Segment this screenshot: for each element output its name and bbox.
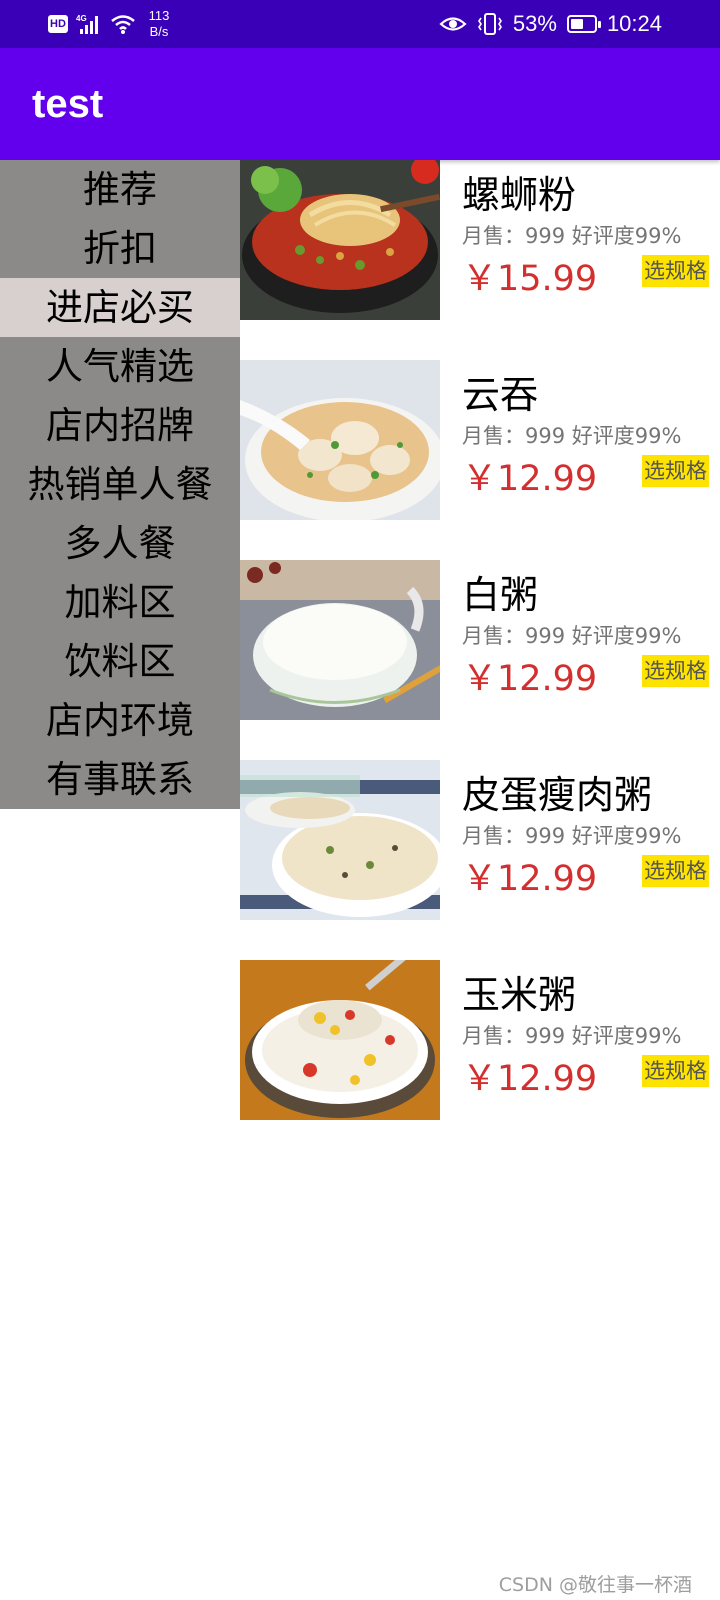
food-stats: 月售：999 好评度99% bbox=[462, 824, 682, 848]
eye-icon bbox=[439, 17, 467, 31]
select-spec-button[interactable]: 选规格 bbox=[642, 455, 709, 487]
food-item-luosifen[interactable]: 螺蛳粉 月售：999 好评度99% ￥15.99 选规格 bbox=[240, 160, 720, 360]
food-name: 白粥 bbox=[462, 573, 539, 617]
vibrate-icon bbox=[477, 13, 502, 35]
network-speed-value: 113 bbox=[148, 8, 170, 23]
status-right: 53% 10:24 bbox=[439, 8, 662, 40]
food-stats: 月售：999 好评度99% bbox=[462, 624, 682, 648]
select-spec-button[interactable]: 选规格 bbox=[642, 1055, 709, 1087]
battery-fill bbox=[570, 19, 583, 29]
food-price: ￥12.99 bbox=[462, 659, 598, 699]
app-bar: test bbox=[0, 48, 720, 160]
svg-text:4G: 4G bbox=[76, 14, 87, 23]
category-item-discount[interactable]: 折扣 bbox=[0, 219, 240, 278]
category-item-popular[interactable]: 人气精选 bbox=[0, 337, 240, 396]
category-item-drinks[interactable]: 饮料区 bbox=[0, 632, 240, 691]
select-spec-button[interactable]: 选规格 bbox=[642, 855, 709, 887]
food-name: 皮蛋瘦肉粥 bbox=[462, 773, 653, 817]
food-item-century-egg-congee[interactable]: 皮蛋瘦肉粥 月售：999 好评度99% ￥12.99 选规格 bbox=[240, 760, 720, 960]
select-spec-button[interactable]: 选规格 bbox=[642, 655, 709, 687]
corn-congee-photo bbox=[240, 960, 440, 1120]
category-item-must-buy[interactable]: 进店必买 bbox=[0, 278, 240, 337]
select-spec-button[interactable]: 选规格 bbox=[642, 255, 709, 287]
category-sidebar: 推荐 折扣 进店必买 人气精选 店内招牌 热销单人餐 多人餐 加料区 饮料区 店… bbox=[0, 160, 240, 809]
century-egg-congee-photo bbox=[240, 760, 440, 920]
watermark: CSDN @敬往事一杯酒 bbox=[498, 1574, 692, 1596]
food-name: 玉米粥 bbox=[462, 973, 577, 1017]
food-stats: 月售：999 好评度99% bbox=[462, 224, 682, 248]
category-item-recommend[interactable]: 推荐 bbox=[0, 160, 240, 219]
category-item-group-meal[interactable]: 多人餐 bbox=[0, 514, 240, 573]
network-speed-unit: B/s bbox=[149, 24, 169, 39]
plain-congee-photo bbox=[240, 560, 440, 720]
food-list: 螺蛳粉 月售：999 好评度99% ￥15.99 选规格 云吞 月售：999 好… bbox=[240, 160, 720, 1160]
food-item-plain-congee[interactable]: 白粥 月售：999 好评度99% ￥12.99 选规格 bbox=[240, 560, 720, 760]
food-price: ￥15.99 bbox=[462, 259, 598, 299]
category-item-contact[interactable]: 有事联系 bbox=[0, 750, 240, 809]
app-title: test bbox=[32, 82, 104, 126]
food-name: 螺蛳粉 bbox=[462, 173, 577, 217]
food-item-wonton[interactable]: 云吞 月售：999 好评度99% ￥12.99 选规格 bbox=[240, 360, 720, 560]
food-price: ￥12.99 bbox=[462, 859, 598, 899]
status-left: HD 4G 113 B/s bbox=[48, 8, 174, 40]
food-stats: 月售：999 好评度99% bbox=[462, 424, 682, 448]
network-speed: 113 B/s bbox=[144, 8, 174, 40]
category-item-single-meal[interactable]: 热销单人餐 bbox=[0, 455, 240, 514]
wifi-icon bbox=[111, 15, 135, 34]
category-item-signature[interactable]: 店内招牌 bbox=[0, 396, 240, 455]
wonton-photo bbox=[240, 360, 440, 520]
battery-icon bbox=[566, 15, 601, 33]
hd-icon: HD bbox=[48, 15, 68, 33]
food-name: 云吞 bbox=[462, 373, 539, 417]
food-stats: 月售：999 好评度99% bbox=[462, 1024, 682, 1048]
clock: 10:24 bbox=[606, 11, 662, 36]
food-item-corn-congee[interactable]: 玉米粥 月售：999 好评度99% ￥12.99 选规格 bbox=[240, 960, 720, 1160]
luosifen-photo bbox=[240, 160, 440, 320]
food-price: ￥12.99 bbox=[462, 459, 598, 499]
category-item-toppings[interactable]: 加料区 bbox=[0, 573, 240, 632]
category-item-environment[interactable]: 店内环境 bbox=[0, 691, 240, 750]
battery-percent: 53% bbox=[512, 11, 557, 36]
signal-4g-icon: 4G bbox=[76, 14, 98, 34]
status-bar: HD 4G 113 B/s 53% 10:24 bbox=[0, 0, 720, 48]
food-price: ￥12.99 bbox=[462, 1059, 598, 1099]
